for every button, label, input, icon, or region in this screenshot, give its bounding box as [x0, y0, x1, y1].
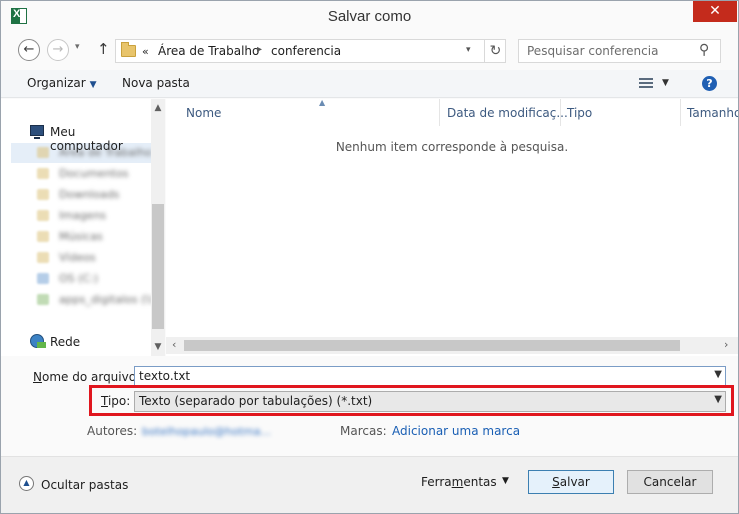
file-list-horizontal-scrollbar[interactable]: ‹ › — [166, 337, 738, 354]
folder-icon — [37, 147, 49, 158]
command-toolbar: Organizar ▼ Nova pasta ▼ ? — [1, 70, 738, 98]
organize-button[interactable]: Organizar ▼ — [27, 76, 97, 90]
scroll-down-icon[interactable]: ▼ — [151, 342, 165, 352]
navigation-pane: Meu computador Área de Trabalho Document… — [1, 99, 165, 356]
folder-icon — [37, 252, 49, 263]
chevron-down-icon: ▼ — [89, 80, 97, 90]
filename-label: Nome do arquivo: — [33, 370, 141, 384]
dialog-footer: ▲ Ocultar pastas Ferramentas ▼ Salvar Ca… — [1, 456, 738, 513]
authors-label: Autores: — [87, 424, 138, 438]
address-history-chevron-icon[interactable]: ▾ — [466, 45, 471, 55]
scrollbar-thumb[interactable] — [184, 340, 680, 351]
folder-icon — [37, 210, 49, 221]
filename-chevron-down-icon[interactable]: ▼ — [714, 369, 722, 380]
recent-locations-chevron-icon[interactable]: ▾ — [75, 42, 80, 52]
authors-value[interactable]: botelhopaulo@hotma... — [142, 425, 271, 438]
column-header-name[interactable]: Nome ▲ — [180, 98, 440, 126]
column-header-size[interactable]: Tamanho — [681, 99, 738, 126]
search-icon[interactable]: ⚲ — [699, 42, 709, 58]
add-tag-link[interactable]: Adicionar uma marca — [392, 424, 520, 438]
folder-icon — [37, 231, 49, 242]
computer-icon — [30, 125, 44, 139]
sidebar-item-network[interactable]: Rede — [1, 332, 151, 352]
up-folder-button[interactable]: ↑ — [97, 40, 110, 58]
scroll-right-icon[interactable]: › — [724, 338, 728, 351]
view-options-icon[interactable] — [639, 78, 653, 89]
search-input[interactable]: Pesquisar conferencia ⚲ — [518, 39, 721, 63]
breadcrumb-item-desktop[interactable]: Área de Trabalho — [158, 44, 259, 58]
save-button[interactable]: Salvar — [528, 470, 614, 494]
filename-value[interactable]: texto.txt — [139, 369, 190, 383]
column-header-type[interactable]: Tipo — [561, 99, 681, 126]
breadcrumb-separator[interactable]: ▸ — [257, 44, 262, 55]
organize-label: Organizar — [27, 76, 86, 90]
column-header-date[interactable]: Data de modificaç... — [441, 99, 568, 126]
close-button[interactable]: ✕ — [693, 1, 737, 22]
help-icon[interactable]: ? — [702, 76, 717, 91]
drive-icon — [37, 273, 49, 284]
forward-button[interactable]: → — [47, 39, 69, 61]
file-list[interactable]: Nome ▲ Data de modificaç... Tipo Tamanho… — [166, 98, 738, 356]
navigation-bar: ← → ▾ ↑ « Área de Trabalho ▸ conferencia… — [1, 34, 738, 66]
title-bar: X Salvar como ✕ — [1, 1, 738, 32]
sidebar-item-computer[interactable]: Meu computador — [1, 122, 151, 153]
tags-label: Marcas: — [340, 424, 387, 438]
tools-button[interactable]: Ferramentas — [421, 475, 497, 489]
scroll-up-icon[interactable]: ▲ — [151, 103, 165, 113]
address-bar[interactable]: « Área de Trabalho ▸ conferencia ▾ ↻ — [115, 39, 506, 63]
network-drive-icon — [37, 294, 49, 305]
sort-ascending-icon: ▲ — [319, 98, 326, 107]
scroll-left-icon[interactable]: ‹ — [172, 338, 176, 351]
breadcrumb-item-conferencia[interactable]: conferencia — [271, 44, 341, 58]
folder-icon — [121, 42, 136, 57]
window-title: Salvar como — [327, 8, 412, 25]
empty-list-message: Nenhum item corresponde à pesquisa. — [335, 140, 569, 154]
search-placeholder: Pesquisar conferencia — [527, 44, 659, 58]
chevron-up-icon[interactable]: ▲ — [19, 476, 34, 491]
folder-icon — [37, 189, 49, 200]
sidebar-item-label: Rede — [50, 335, 81, 349]
scrollbar-thumb[interactable] — [152, 204, 164, 329]
filename-input[interactable]: texto.txt ▼ — [134, 366, 726, 387]
breadcrumb-overflow[interactable]: « — [142, 45, 149, 58]
network-icon — [30, 334, 46, 348]
hide-folders-button[interactable]: Ocultar pastas — [41, 478, 128, 492]
navigation-pane-scrollbar[interactable]: ▲ ▼ — [151, 99, 165, 356]
refresh-button[interactable]: ↻ — [484, 40, 506, 62]
view-chevron-down-icon[interactable]: ▼ — [662, 78, 669, 88]
new-folder-button[interactable]: Nova pasta — [122, 76, 190, 90]
back-button[interactable]: ← — [18, 39, 40, 61]
save-as-dialog: X Salvar como ✕ ← → ▾ ↑ « Área de Trabal… — [0, 0, 739, 514]
folder-icon — [37, 168, 49, 179]
annotation-highlight-box — [89, 385, 734, 416]
tools-chevron-down-icon[interactable]: ▼ — [502, 476, 509, 486]
cancel-button[interactable]: Cancelar — [627, 470, 713, 494]
